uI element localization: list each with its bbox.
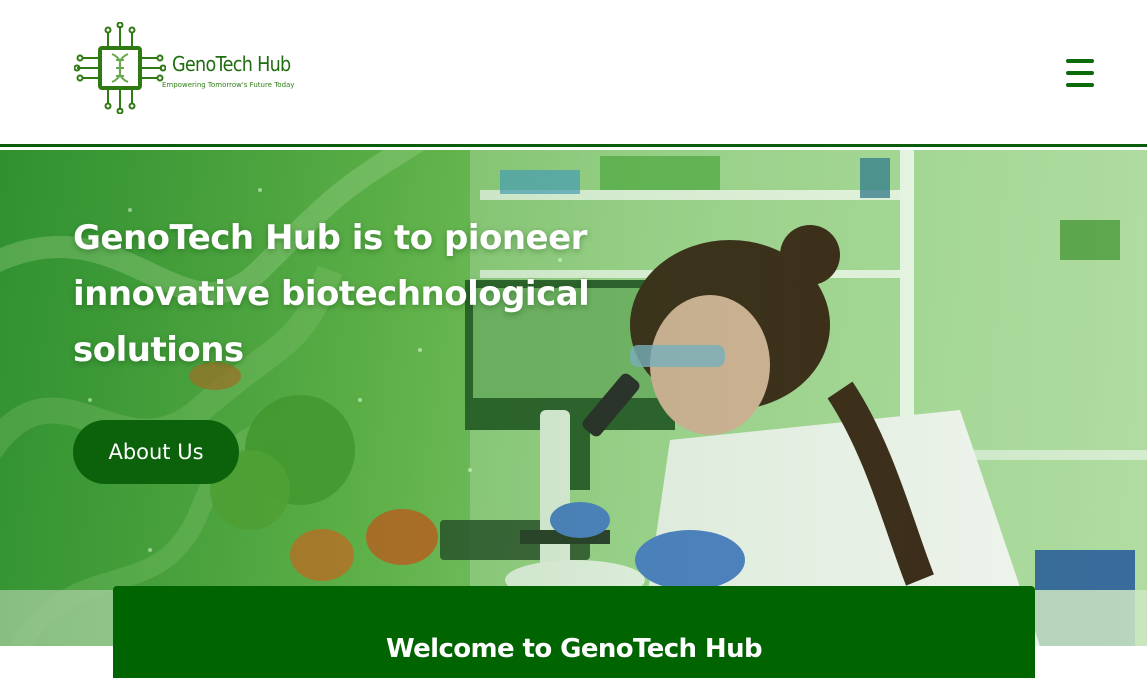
about-us-button[interactable]: About Us <box>73 420 239 484</box>
site-header: GenoTech Hub Empowering Tomorrow's Futur… <box>0 0 1147 147</box>
menu-bar-middle <box>1066 71 1094 75</box>
hamburger-menu-icon[interactable] <box>1061 56 1099 90</box>
dna-chip-logo-icon <box>74 22 166 114</box>
welcome-panel: Welcome to GenoTech Hub <box>113 586 1035 678</box>
logo-name: GenoTech Hub <box>172 52 291 76</box>
logo-link[interactable]: GenoTech Hub Empowering Tomorrow's Futur… <box>74 22 319 114</box>
hero-heading: GenoTech Hub is to pioneer innovative bi… <box>73 218 590 370</box>
hero-banner: GenoTech Hub is to pioneer innovative bi… <box>0 150 1147 646</box>
logo-tagline: Empowering Tomorrow's Future Today <box>162 81 295 89</box>
menu-bar-bottom <box>1066 83 1094 87</box>
menu-bar-top <box>1066 59 1094 63</box>
welcome-title: Welcome to GenoTech Hub <box>385 634 763 664</box>
